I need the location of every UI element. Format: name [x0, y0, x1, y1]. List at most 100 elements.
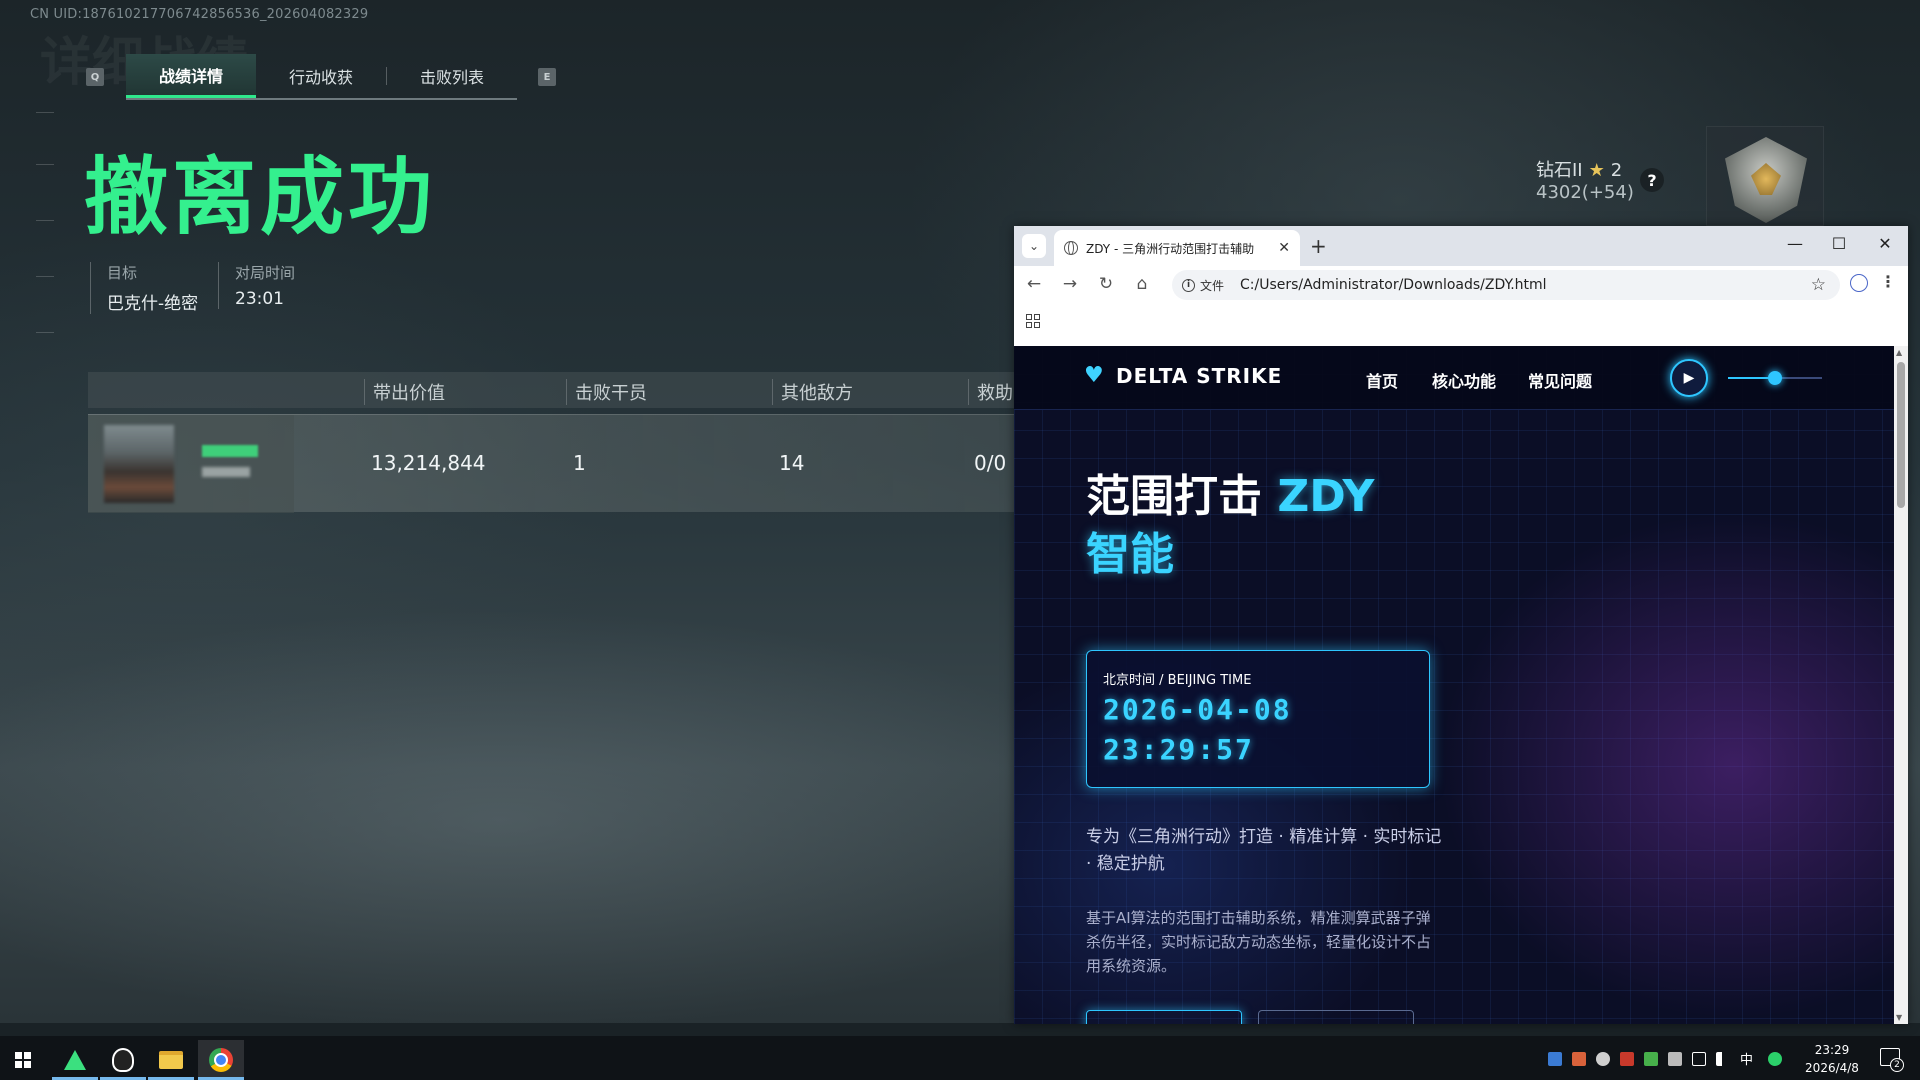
profile-icon[interactable] [1850, 274, 1868, 292]
taskbar-clock[interactable]: 23:29 2026/4/8 [1800, 1041, 1864, 1077]
nav-features[interactable]: 核心功能 [1432, 368, 1496, 392]
windows-logo-icon [15, 1052, 31, 1068]
back-button[interactable]: ← [1022, 274, 1046, 294]
side-ticks [36, 100, 56, 360]
tab-search-button[interactable]: ⌄ [1022, 234, 1046, 258]
stats-tabs: 战绩详情 行动收获 击败列表 [126, 54, 517, 100]
clock-date: 2026-04-08 [1103, 693, 1292, 726]
rank-tier: 钻石II ★ 2 [1536, 156, 1622, 182]
info-icon: i [1182, 278, 1195, 292]
result-title: 撤离成功 [84, 148, 437, 246]
taskbar-qq[interactable] [100, 1040, 146, 1080]
tray-nvidia-icon[interactable] [1644, 1052, 1658, 1066]
tab-kill-list[interactable]: 击败列表 [387, 54, 517, 98]
site-navbar: ♥ DELTA STRIKE 首页 核心功能 常见问题 ▶ [1014, 346, 1894, 410]
nav-home[interactable]: 首页 [1366, 368, 1398, 392]
tray-app-icon-4[interactable] [1620, 1052, 1634, 1066]
chrome-icon [209, 1048, 233, 1072]
scroll-thumb[interactable] [1897, 362, 1905, 508]
rank-tier-label: 钻石II [1536, 160, 1583, 181]
tray-app-icon-2[interactable] [1572, 1052, 1586, 1066]
globe-icon [1064, 241, 1078, 255]
key-hint-e: E [538, 68, 556, 86]
taskbar-time: 23:29 [1814, 1043, 1850, 1057]
bookmark-star-icon[interactable]: ☆ [1811, 275, 1826, 295]
scroll-down-icon[interactable]: ▼ [1896, 1013, 1902, 1022]
clock-label: 北京时间 / BEIJING TIME [1103, 673, 1252, 688]
hero-title: 范围打击 ZDY 智能 [1086, 468, 1374, 584]
extract-value: 13,214,844 [371, 451, 486, 475]
volume-icon[interactable] [1716, 1052, 1730, 1066]
close-tab-icon[interactable]: ✕ [1278, 240, 1290, 256]
nav-faq[interactable]: 常见问题 [1528, 368, 1592, 392]
table-row[interactable]: 13,214,844 1 14 0/0 [88, 414, 1018, 513]
avatar [104, 425, 174, 503]
menu-icon[interactable]: ⋮ [1880, 272, 1896, 291]
secondary-cta-button[interactable] [1258, 1010, 1414, 1024]
match-time-label: 对局时间 [235, 264, 296, 282]
info-target: 目标 巴克什-绝密 [90, 262, 198, 314]
volume-knob[interactable] [1768, 371, 1782, 385]
header-assist: 救助 [968, 379, 1013, 405]
forward-button[interactable]: → [1058, 274, 1082, 294]
new-tab-button[interactable]: + [1310, 234, 1327, 258]
folder-icon [159, 1051, 183, 1069]
page-scrollbar[interactable]: ▲ ▼ [1894, 346, 1908, 1024]
reload-button[interactable]: ↻ [1094, 274, 1118, 294]
windows-taskbar: 中 23:29 2026/4/8 2 [0, 1036, 1920, 1080]
volume-slider[interactable] [1728, 371, 1822, 385]
file-chip-label: 文件 [1200, 278, 1225, 293]
play-icon[interactable]: ▶ [1670, 359, 1708, 397]
delta-force-icon [64, 1050, 86, 1070]
player-tag-blurred [202, 467, 250, 477]
taskbar-file-explorer[interactable] [148, 1040, 194, 1080]
site-logo[interactable]: ♥ DELTA STRIKE [1084, 364, 1282, 388]
tray-app-icon[interactable] [1548, 1052, 1562, 1066]
start-button[interactable] [0, 1040, 46, 1080]
tray-battery-icon[interactable] [1668, 1052, 1682, 1066]
minimize-button[interactable]: — [1780, 234, 1810, 253]
info-match-time: 对局时间 23:01 [218, 262, 295, 309]
rank-score: 4302(+54) [1536, 182, 1634, 203]
help-icon[interactable]: ? [1640, 168, 1664, 192]
tray-green-icon[interactable] [1768, 1052, 1782, 1066]
browser-tab[interactable]: ZDY - 三角洲行动范围打击辅助 ✕ [1054, 230, 1300, 266]
browser-window: ⌄ ZDY - 三角洲行动范围打击辅助 ✕ + — ☐ ✕ ← → ↻ ⌂ i … [1014, 226, 1908, 1024]
network-icon[interactable] [1692, 1052, 1706, 1066]
hero-description: 基于AI算法的范围打击辅助系统，精准测算武器子弹杀伤半径，实时标记敌方动态坐标，… [1086, 909, 1432, 975]
ime-indicator[interactable]: 中 [1740, 1049, 1753, 1068]
taskbar-chrome[interactable] [198, 1040, 244, 1080]
stats-table-header: 带出价值 击败干员 其他敌方 救助 [88, 372, 1018, 408]
beijing-clock-card: 北京时间 / BEIJING TIME 2026-04-08 23:29:57 [1086, 650, 1430, 788]
player-name-blurred [202, 445, 258, 457]
maximize-button[interactable]: ☐ [1824, 234, 1854, 253]
clock-time: 23:29:57 [1103, 733, 1254, 766]
bookmarks-bar [1014, 304, 1908, 336]
tray-app-icon-3[interactable] [1596, 1052, 1610, 1066]
apps-grid-icon[interactable] [1026, 314, 1040, 328]
header-other-enemies: 其他敌方 [772, 379, 853, 405]
target-label: 目标 [107, 264, 138, 282]
other-enemies: 14 [779, 451, 805, 475]
assist-value: 0/0 [974, 451, 1007, 475]
home-button[interactable]: ⌂ [1130, 274, 1154, 294]
scroll-up-icon[interactable]: ▲ [1896, 348, 1902, 357]
primary-cta-button[interactable] [1086, 1010, 1242, 1024]
operators-killed: 1 [573, 451, 586, 475]
close-window-button[interactable]: ✕ [1870, 234, 1900, 253]
tab-battle-details[interactable]: 战绩详情 [126, 54, 256, 98]
star-icon: ★ [1588, 160, 1605, 181]
rank-stars: 2 [1610, 160, 1623, 181]
site-info-chip[interactable]: i 文件 [1182, 277, 1224, 294]
match-time-value: 23:01 [235, 289, 284, 309]
hero-title-main: 范围打击 [1086, 471, 1278, 522]
heart-logo-icon: ♥ [1084, 363, 1105, 388]
browser-toolbar: ← → ↻ ⌂ i 文件 C:/Users/Administrator/Down… [1014, 266, 1908, 304]
header-operators-killed: 击败干员 [566, 379, 647, 405]
header-extract-value: 带出价值 [364, 379, 445, 405]
hero-title-zdy: ZDY [1277, 471, 1375, 522]
taskbar-delta-force[interactable] [52, 1040, 98, 1080]
hero-tagline: 专为《三角洲行动》打造 · 精准计算 · 实时标记 · 稳定护航 [1086, 827, 1442, 874]
address-bar[interactable]: i 文件 C:/Users/Administrator/Downloads/ZD… [1172, 270, 1840, 300]
tab-action-rewards[interactable]: 行动收获 [256, 54, 386, 98]
